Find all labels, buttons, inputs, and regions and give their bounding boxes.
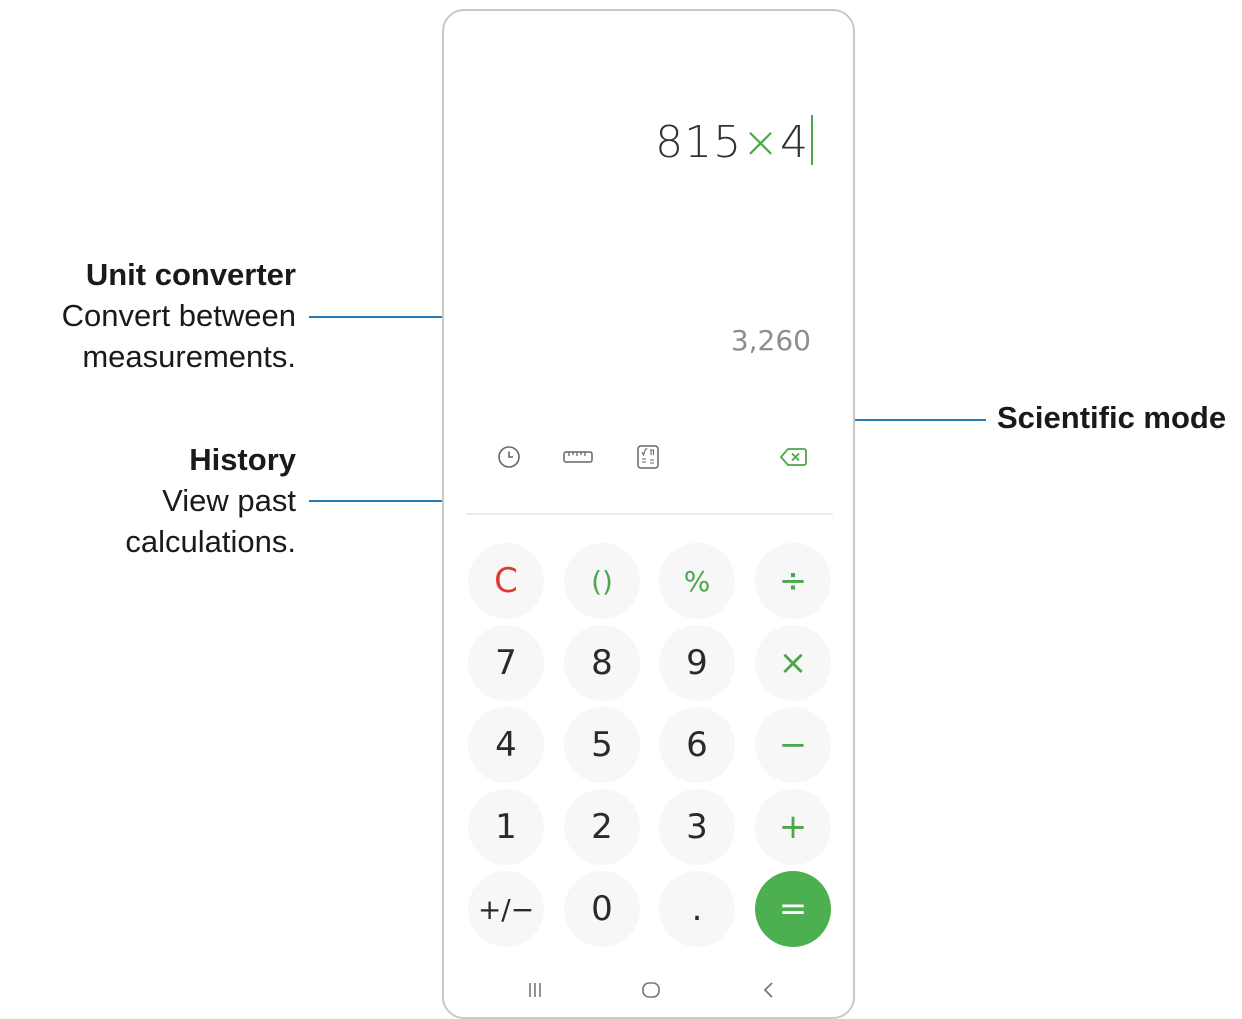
unit-converter-callout-line1: Convert between xyxy=(61,298,296,333)
history-callout-line2: calculations. xyxy=(125,524,296,559)
key-parentheses[interactable]: () xyxy=(564,543,640,619)
scientific-mode-callout-title: Scientific mode xyxy=(997,400,1227,435)
key-divide[interactable]: ÷ xyxy=(755,543,831,619)
text-cursor xyxy=(811,115,813,165)
expression-display[interactable]: 815×4 xyxy=(655,115,813,168)
key-clear[interactable]: C xyxy=(468,543,544,619)
key-equals[interactable]: = xyxy=(755,871,831,947)
key-0[interactable]: 0 xyxy=(564,871,640,947)
unit-converter-callout-line2: measurements. xyxy=(82,339,296,374)
expression-operator: × xyxy=(742,117,780,168)
key-2[interactable]: 2 xyxy=(564,789,640,865)
home-icon[interactable] xyxy=(636,973,666,1007)
key-multiply[interactable]: × xyxy=(755,625,831,701)
recents-icon[interactable] xyxy=(520,973,550,1007)
key-9[interactable]: 9 xyxy=(659,625,735,701)
history-callout-line1: View past xyxy=(162,483,296,518)
history-callout: History View past calculations. xyxy=(125,439,296,562)
scientific-mode-icon[interactable] xyxy=(635,444,661,470)
unit-converter-callout-title: Unit converter xyxy=(85,257,296,292)
unit-converter-callout: Unit converter Convert between measureme… xyxy=(62,254,296,377)
key-5[interactable]: 5 xyxy=(564,707,640,783)
key-1[interactable]: 1 xyxy=(468,789,544,865)
result-preview: 3,260 xyxy=(730,324,811,357)
expression-operand-1: 815 xyxy=(655,117,743,168)
unit-converter-icon[interactable] xyxy=(562,444,594,470)
backspace-icon[interactable] xyxy=(778,444,808,470)
key-6[interactable]: 6 xyxy=(659,707,735,783)
key-3[interactable]: 3 xyxy=(659,789,735,865)
back-icon[interactable] xyxy=(754,973,784,1007)
key-7[interactable]: 7 xyxy=(468,625,544,701)
phone-frame: 815×4 3,260 C () % ÷ 7 8 9 × 4 5 6 − 1 2… xyxy=(442,9,855,1019)
key-decimal[interactable]: . xyxy=(659,871,735,947)
key-add[interactable]: + xyxy=(755,789,831,865)
history-icon[interactable] xyxy=(496,444,522,470)
key-subtract[interactable]: − xyxy=(755,707,831,783)
key-4[interactable]: 4 xyxy=(468,707,544,783)
key-plus-minus[interactable]: +/− xyxy=(468,871,544,947)
scientific-mode-callout: Scientific mode xyxy=(997,397,1226,438)
key-8[interactable]: 8 xyxy=(564,625,640,701)
history-callout-title: History xyxy=(189,442,296,477)
toolbar-divider xyxy=(466,513,833,515)
navigation-bar xyxy=(444,973,853,1007)
expression-operand-2: 4 xyxy=(780,117,809,168)
key-percent[interactable]: % xyxy=(659,543,735,619)
